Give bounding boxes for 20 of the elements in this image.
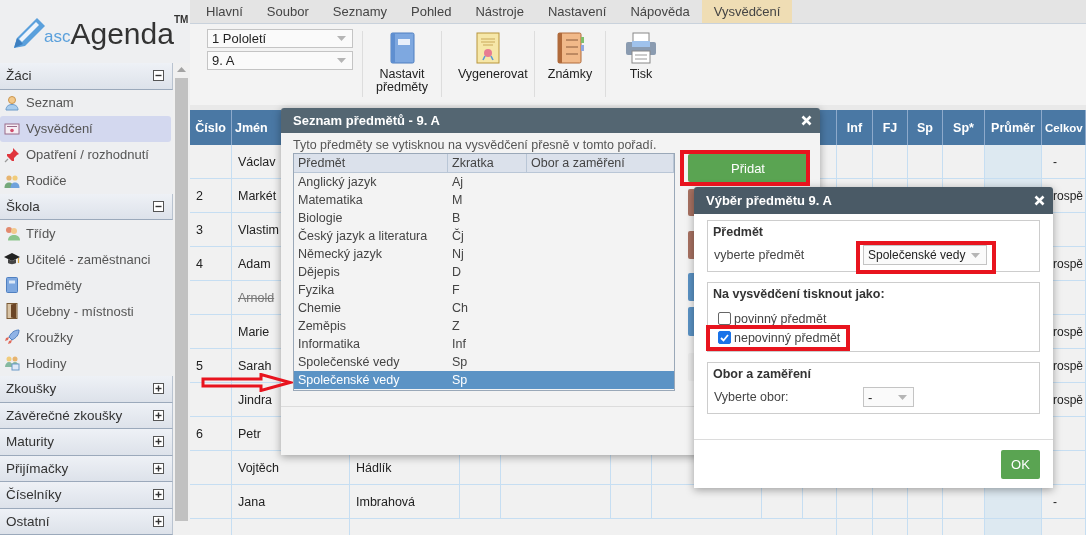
dialog-title: Seznam předmětů - 9. A: [293, 113, 440, 128]
field-label: vyberte předmět: [713, 248, 806, 262]
table-cell: Jana: [232, 485, 350, 519]
table-cell: Imbrahová: [350, 485, 837, 519]
trademark: TM: [173, 14, 189, 25]
group-title: Obor a zaměření: [713, 367, 812, 382]
table-cell: -: [1042, 485, 1086, 519]
dialog-title: Výběr předmětu 9. A: [706, 193, 832, 208]
table-cell: 2: [190, 179, 232, 213]
logo-name: Agenda: [70, 17, 174, 51]
table-cell: Vojtěch: [232, 451, 350, 485]
logo-prefix: asc: [44, 27, 71, 46]
table-cell: 6: [190, 417, 232, 451]
field-label: Vyberte obor:: [713, 390, 790, 404]
group-title: Předmět: [713, 225, 765, 240]
table-cell: 4: [190, 247, 232, 281]
table-cell: 5: [190, 349, 232, 383]
group-title: Na vysvědčení tisknout jako:: [713, 287, 886, 302]
table-cell: -: [1042, 145, 1086, 179]
table-cell: 3: [190, 213, 232, 247]
